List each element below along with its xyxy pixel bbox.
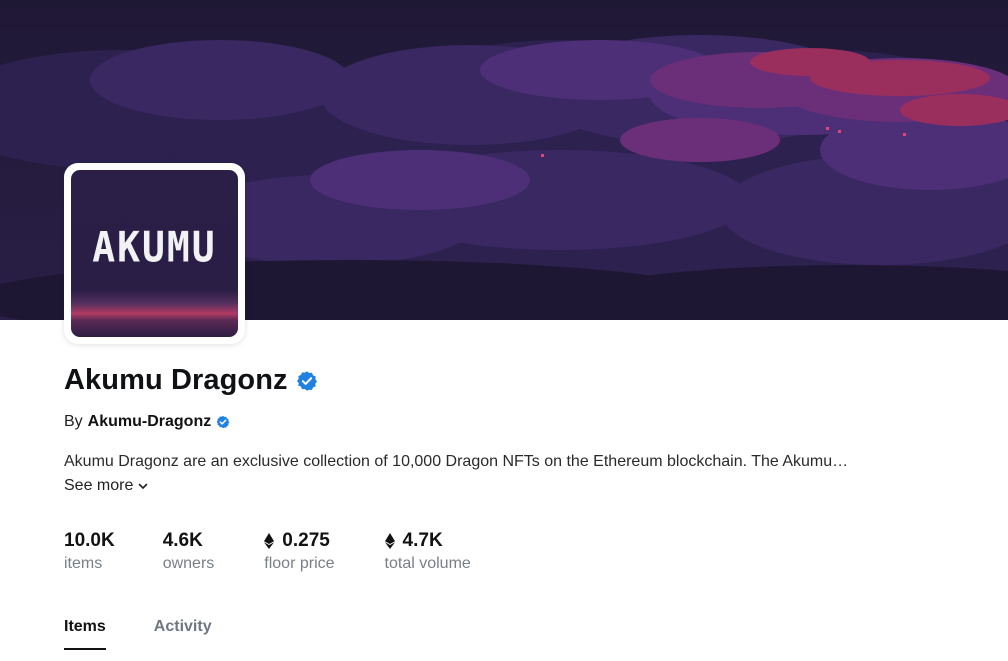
stat-value: 4.7K (384, 530, 471, 552)
stat-owners-label: owners (162, 555, 215, 572)
stat-total-volume-label: total volume (384, 555, 471, 572)
ethereum-icon (264, 533, 275, 549)
title-row: Akumu Dragonz (64, 364, 318, 397)
stat-owners: 4.6K owners (163, 530, 215, 573)
creator-prefix: By (64, 413, 83, 430)
stat-floor-price-label: floor price (264, 555, 335, 572)
collection-title: Akumu Dragonz (64, 364, 288, 396)
stat-owners-value: 4.6K (162, 530, 203, 551)
collection-stats: 10.0K items 4.6K owners 0.275 floor pric… (64, 530, 471, 573)
collection-avatar: AKUMU (64, 163, 245, 344)
avatar-image: AKUMU (71, 170, 238, 337)
collection-description: Akumu Dragonz are an exclusive collectio… (64, 453, 849, 470)
verified-badge-icon (296, 370, 317, 391)
see-more-label: See more (64, 477, 134, 494)
stat-value: 4.6K (163, 530, 215, 552)
stat-value: 10.0K (64, 530, 115, 552)
stat-items: 10.0K items (64, 530, 115, 573)
creator-row: By Akumu-Dragonz (64, 413, 230, 431)
see-more-button[interactable]: See more (64, 477, 149, 495)
tab-items[interactable]: Items (64, 618, 106, 650)
stat-total-volume-value: 4.7K (402, 530, 443, 551)
tab-activity[interactable]: Activity (154, 618, 212, 650)
stat-total-volume: 4.7K total volume (384, 530, 471, 573)
stat-items-label: items (64, 555, 103, 572)
creator-link[interactable]: Akumu-Dragonz (88, 413, 212, 431)
chevron-down-icon (139, 483, 148, 489)
stat-value: 0.275 (264, 530, 334, 552)
stat-floor-price-value: 0.275 (282, 530, 330, 551)
avatar-logo-text: AKUMU (92, 222, 217, 271)
creator-verified-icon (216, 415, 230, 429)
collection-tabs: Items Activity (64, 618, 212, 650)
stat-floor-price: 0.275 floor price (264, 530, 335, 573)
stat-items-value: 10.0K (64, 530, 115, 551)
ethereum-icon (384, 533, 395, 549)
